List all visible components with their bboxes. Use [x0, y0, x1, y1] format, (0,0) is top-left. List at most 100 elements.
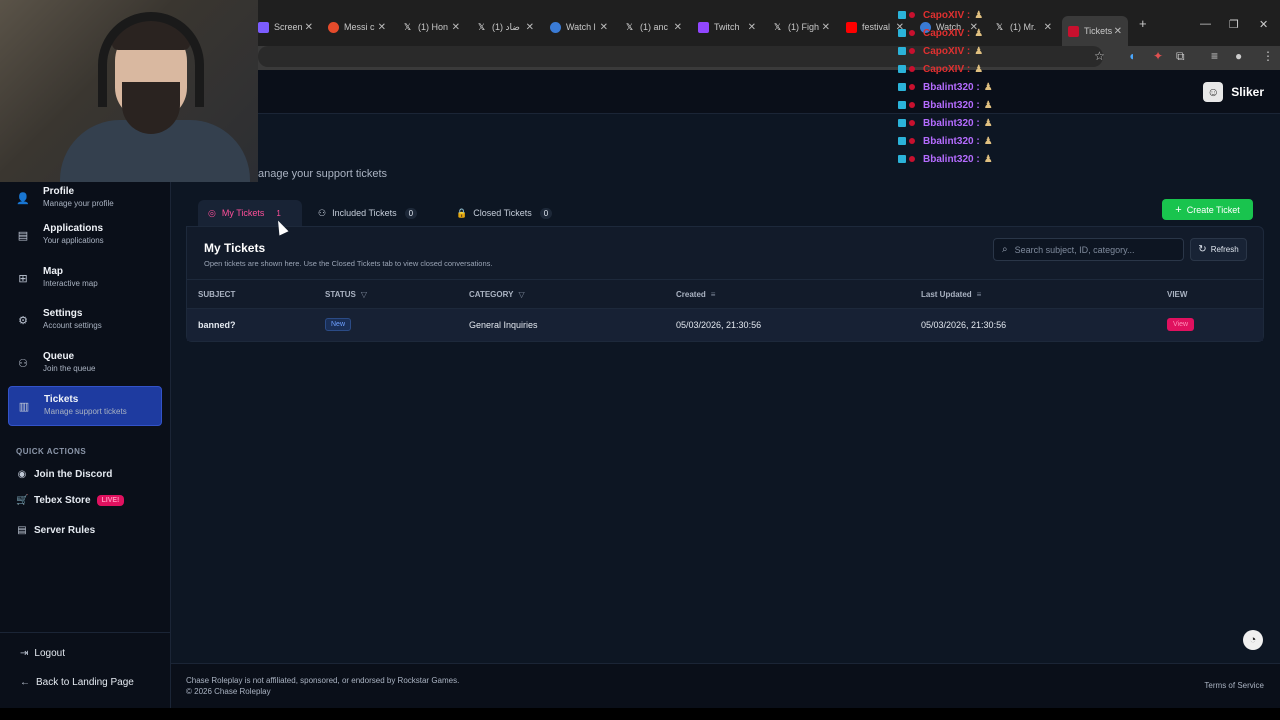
- column-created[interactable]: Created ≡: [676, 290, 715, 299]
- user-menu[interactable]: ☺ Sliker: [1203, 82, 1264, 102]
- x-icon: 𝕏: [625, 21, 634, 32]
- browser-tab[interactable]: 𝕏 (1) anc ✕: [624, 17, 682, 37]
- close-icon[interactable]: ✕: [822, 22, 830, 33]
- discord-icon: ◉: [17, 469, 27, 480]
- webcam-overlay: [0, 0, 258, 182]
- column-last-updated[interactable]: Last Updated ≡: [921, 290, 981, 299]
- tickets-panel: My Tickets Open tickets are shown here. …: [186, 226, 1264, 342]
- badge-icon: [898, 47, 906, 55]
- tab-count: 0: [539, 207, 553, 219]
- browser-tab-active[interactable]: Tickets ✕: [1062, 16, 1128, 46]
- sidebar-item-settings[interactable]: ⚙ Settings Account settings: [8, 300, 162, 340]
- close-icon[interactable]: ✕: [674, 22, 682, 33]
- tab-closed-tickets[interactable]: 🔒 Closed Tickets 0: [446, 200, 562, 226]
- quick-action-rules[interactable]: ▤ Server Rules: [16, 525, 95, 536]
- star-icon[interactable]: ☆: [1094, 49, 1105, 63]
- quick-action-discord[interactable]: ◉ Join the Discord: [16, 469, 113, 480]
- youtube-icon: [846, 21, 857, 33]
- tab-included-tickets[interactable]: ⚇ Included Tickets 0: [308, 200, 427, 226]
- browser-tab[interactable]: 𝕏 (1) Figh ✕: [772, 17, 830, 37]
- chat-line: Bbalint320 : ♟: [898, 78, 1008, 96]
- emote-icon: ♟: [974, 27, 984, 39]
- chat-username: CapoXIV :: [923, 63, 971, 75]
- new-tab-button[interactable]: +: [1139, 16, 1147, 31]
- browser-tab[interactable]: Screen ✕: [258, 17, 313, 37]
- page-footer: Chase Roleplay is not affiliated, sponso…: [171, 663, 1280, 708]
- puzzle-icon[interactable]: ⧉: [1176, 49, 1185, 64]
- emote-icon: ♟: [983, 135, 993, 147]
- chat-line: Bbalint320 : ♟: [898, 150, 1008, 168]
- close-icon[interactable]: ✕: [452, 22, 460, 33]
- browser-tab[interactable]: Watch l ✕: [550, 17, 608, 37]
- window-close-icon[interactable]: ✕: [1259, 18, 1268, 31]
- headphones: [98, 12, 204, 107]
- search-box[interactable]: ⌕: [993, 238, 1184, 261]
- gear-icon: ⚙: [18, 314, 28, 327]
- search-input[interactable]: [1014, 244, 1165, 255]
- sidebar-item-map[interactable]: ⊞ Map Interactive map: [8, 258, 162, 298]
- column-subject: SUBJECT: [198, 290, 236, 299]
- filter-icon[interactable]: ▽: [361, 290, 367, 299]
- arrow-left-icon: ←: [20, 677, 30, 688]
- close-icon[interactable]: ✕: [305, 22, 313, 33]
- browser-tab[interactable]: Messi c ✕: [328, 17, 386, 37]
- close-icon[interactable]: ✕: [378, 22, 386, 33]
- quick-actions-title: QUICK ACTIONS: [16, 447, 87, 456]
- browser-tab[interactable]: 𝕏 ضاد (1) ✕: [476, 17, 534, 37]
- x-icon: 𝕏: [773, 21, 782, 32]
- badge-icon: [909, 84, 915, 90]
- sidebar-item-profile[interactable]: 👤 Profile Manage your profile: [8, 178, 162, 218]
- ticket-subject: banned?: [198, 320, 236, 330]
- create-ticket-button[interactable]: + Create Ticket: [1162, 199, 1253, 220]
- back-to-landing-button[interactable]: ← Back to Landing Page: [20, 677, 134, 688]
- extension-icon[interactable]: ◖: [1128, 49, 1135, 63]
- document-icon: ▤: [17, 229, 29, 242]
- cookie-icon[interactable]: ◔: [1243, 630, 1263, 650]
- quick-action-tebex[interactable]: 🛒 Tebex Store LIVE!: [16, 495, 125, 506]
- chat-username: Bbalint320 :: [923, 153, 980, 165]
- refresh-button[interactable]: ↻ Refresh: [1190, 238, 1247, 261]
- table-row[interactable]: banned? New General Inquiries 05/03/2026…: [187, 309, 1263, 341]
- browser-tab[interactable]: festival ✕: [846, 17, 904, 37]
- ticket-icon: ◎: [208, 207, 216, 218]
- menu-icon[interactable]: ⋮: [1262, 49, 1274, 63]
- column-status[interactable]: STATUS ▽: [325, 290, 367, 299]
- emote-icon: ♟: [974, 9, 984, 21]
- terms-link[interactable]: Terms of Service: [1204, 681, 1264, 690]
- tab-my-tickets[interactable]: ◎ My Tickets 1: [198, 200, 302, 226]
- live-badge: LIVE!: [96, 495, 125, 506]
- user-icon: 👤: [16, 192, 30, 205]
- column-category[interactable]: CATEGORY ▽: [469, 290, 525, 299]
- extension-icon[interactable]: ✦: [1153, 49, 1163, 63]
- minimize-icon[interactable]: —: [1200, 18, 1211, 30]
- stream-chat-overlay: CapoXIV : ♟ CapoXIV : ♟ CapoXIV : ♟ CapoXIV : ♟…: [898, 6, 1008, 168]
- sort-icon[interactable]: ≡: [977, 290, 982, 299]
- close-icon[interactable]: ✕: [748, 22, 756, 33]
- sort-icon[interactable]: ≡: [711, 290, 716, 299]
- sidebar-item-queue[interactable]: ⚇ Queue Join the queue: [8, 343, 162, 383]
- maximize-icon[interactable]: ❐: [1229, 18, 1239, 31]
- browser-tab[interactable]: 𝕏 (1) Hon ✕: [402, 17, 460, 37]
- media-icon[interactable]: ≡: [1211, 49, 1218, 63]
- close-icon[interactable]: ✕: [526, 22, 534, 33]
- chase-icon: [1068, 25, 1079, 37]
- badge-icon: [909, 66, 915, 72]
- refresh-icon: ↻: [1198, 244, 1207, 255]
- badge-icon: [909, 120, 915, 126]
- profile-icon[interactable]: ●: [1235, 49, 1242, 63]
- filter-icon[interactable]: ▽: [518, 290, 524, 299]
- status-badge: New: [325, 318, 352, 331]
- close-icon[interactable]: ✕: [600, 22, 608, 33]
- sidebar-item-applications[interactable]: ▤ Applications Your applications: [8, 215, 162, 255]
- tab-count: 1: [276, 208, 281, 218]
- sidebar-item-tickets[interactable]: ▥ Tickets Manage support tickets: [8, 386, 162, 426]
- plus-icon: +: [1175, 203, 1182, 216]
- browser-tab[interactable]: Twitch ✕: [698, 17, 756, 37]
- cart-icon: 🛒: [16, 495, 29, 506]
- close-icon[interactable]: ✕: [1044, 22, 1052, 33]
- view-ticket-button[interactable]: View: [1167, 318, 1195, 331]
- logout-button[interactable]: ⇥ Logout: [20, 648, 65, 659]
- close-icon[interactable]: ✕: [1114, 26, 1122, 37]
- rules-icon: ▤: [17, 525, 27, 536]
- badge-icon: [909, 102, 915, 108]
